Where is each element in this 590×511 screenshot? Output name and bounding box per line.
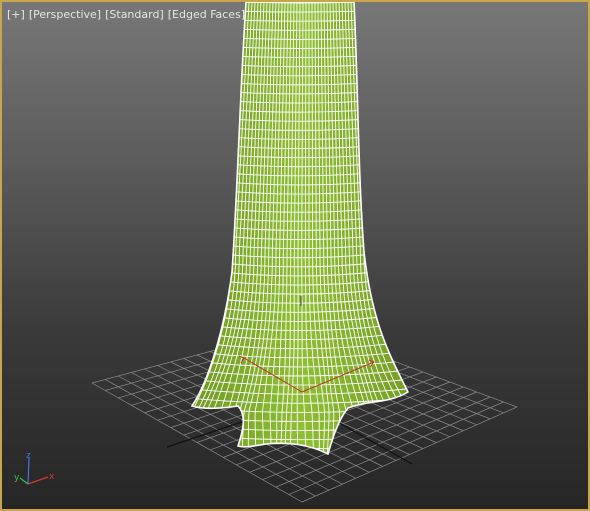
viewport-perspective[interactable]: [+] [Perspective] [Standard] [Edged Face… [0,0,590,511]
y-axis-line [19,477,29,485]
z-axis-line [27,457,30,485]
viewport-point-of-view-menu[interactable]: [Perspective] [28,8,102,21]
x-axis-label: x [49,472,55,482]
axis-tripod: x y z [14,451,55,485]
scene-canvas[interactable] [2,2,590,511]
cloth-mesh[interactable] [180,2,418,467]
viewport-plus-menu[interactable]: [+] [6,8,26,21]
y-axis-label: y [14,473,20,483]
viewport-shading-standard-menu[interactable]: [Standard] [104,8,165,21]
z-axis-label: z [26,451,31,461]
viewport-label-menu: [+] [Perspective] [Standard] [Edged Face… [6,8,246,21]
viewport-display-mode-menu[interactable]: [Edged Faces] [167,8,246,21]
x-axis-line [27,476,49,485]
